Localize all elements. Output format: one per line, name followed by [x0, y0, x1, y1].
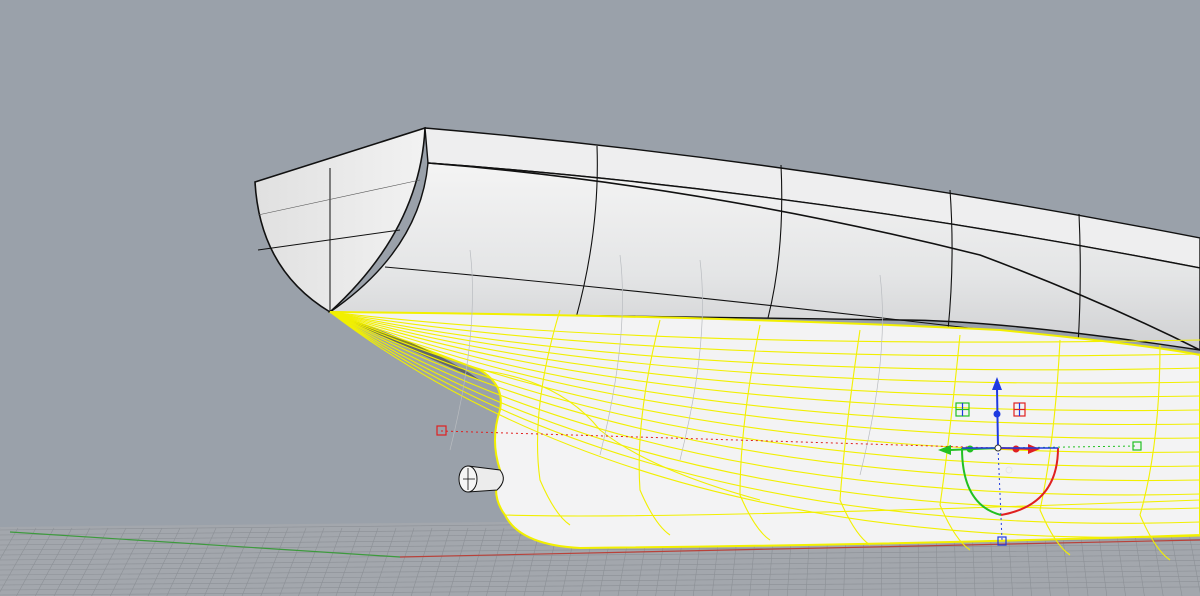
gumball-origin [994, 444, 1002, 452]
gumball-z-axis [996, 387, 999, 449]
gumball-x-endpoint-handle[interactable] [436, 425, 447, 436]
gumball-y-scale-handle [966, 445, 974, 453]
gumball-x-scale-handle [1012, 445, 1020, 453]
rhino-viewport[interactable] [0, 0, 1200, 596]
gumball-z-scale-handle [993, 410, 1001, 418]
bow-thruster[interactable] [458, 465, 504, 493]
viewport-canvas[interactable] [0, 0, 1200, 596]
